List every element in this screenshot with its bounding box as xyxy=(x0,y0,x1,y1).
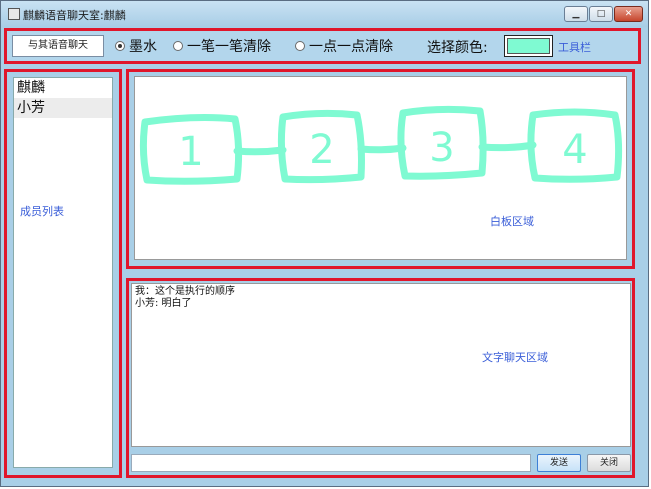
selected-color-swatch xyxy=(507,38,550,54)
ink-digit-4: 4 xyxy=(562,127,587,173)
main-window: 麒麟语音聊天室:麒麟 ▁ □ ✕ 与其语音聊天 墨水 一笔一笔清除 一点一点清除… xyxy=(0,0,649,487)
whiteboard-drawing: 1 2 3 4 xyxy=(139,105,623,185)
send-button[interactable]: 发送 xyxy=(537,454,581,472)
mode-radio-ink[interactable]: 墨水 xyxy=(115,37,157,55)
member-panel: 麒麟 小芳 成员列表 xyxy=(4,69,122,478)
title-bar[interactable]: 麒麟语音聊天室:麒麟 ▁ □ ✕ xyxy=(1,1,648,27)
radio-dot-icon xyxy=(173,41,183,51)
chat-annotation: 文字聊天区域 xyxy=(482,351,548,364)
mode-label: 墨水 xyxy=(129,39,157,55)
ink-digit-3: 3 xyxy=(429,125,454,171)
whiteboard-canvas[interactable]: 1 2 3 4 白板区域 xyxy=(134,76,627,260)
radio-dot-icon xyxy=(115,41,125,51)
app-icon xyxy=(8,8,20,20)
chat-message: 我：这个是执行的顺序 xyxy=(135,286,235,297)
color-label: 选择颜色: xyxy=(427,40,488,56)
mode-label: 一笔一笔清除 xyxy=(187,39,271,55)
ink-link-3 xyxy=(478,141,537,152)
ink-link-1 xyxy=(233,146,287,156)
chat-log[interactable]: 我：这个是执行的顺序 小芳: 明白了 文字聊天区域 xyxy=(131,283,631,447)
ink-link-2 xyxy=(357,144,407,154)
color-picker-button[interactable] xyxy=(504,35,553,57)
toolbar-annotation: 工具栏 xyxy=(558,41,591,54)
whiteboard-annotation: 白板区域 xyxy=(490,215,534,228)
client-area: 与其语音聊天 墨水 一笔一笔清除 一点一点清除 选择颜色: 工具栏 麒麟 小芳 … xyxy=(4,28,645,483)
chat-message: 小芳: 明白了 xyxy=(135,298,192,309)
mode-radio-erase-stroke[interactable]: 一笔一笔清除 xyxy=(173,37,271,55)
whiteboard-panel: 1 2 3 4 白板区域 xyxy=(126,69,635,269)
window-title: 麒麟语音聊天室:麒麟 xyxy=(23,9,126,22)
mode-label: 一点一点清除 xyxy=(309,39,393,55)
member-list-annotation: 成员列表 xyxy=(20,205,64,218)
chat-input[interactable] xyxy=(131,454,531,472)
toolbar: 与其语音聊天 墨水 一笔一笔清除 一点一点清除 选择颜色: 工具栏 xyxy=(4,28,641,64)
maximize-button[interactable]: □ xyxy=(589,6,613,22)
member-item[interactable]: 小芳 xyxy=(14,98,112,118)
ink-digit-1: 1 xyxy=(178,129,203,175)
close-window-button[interactable]: ✕ xyxy=(614,6,643,22)
close-button[interactable]: 关闭 xyxy=(587,454,631,472)
ink-digit-2: 2 xyxy=(309,127,334,173)
voice-chat-button[interactable]: 与其语音聊天 xyxy=(12,35,104,57)
chat-panel: 我：这个是执行的顺序 小芳: 明白了 文字聊天区域 发送 关闭 xyxy=(126,278,635,478)
radio-dot-icon xyxy=(295,41,305,51)
minimize-button[interactable]: ▁ xyxy=(564,6,588,22)
member-item[interactable]: 麒麟 xyxy=(14,78,112,98)
member-list[interactable]: 麒麟 小芳 成员列表 xyxy=(13,77,113,468)
mode-radio-erase-point[interactable]: 一点一点清除 xyxy=(295,37,393,55)
